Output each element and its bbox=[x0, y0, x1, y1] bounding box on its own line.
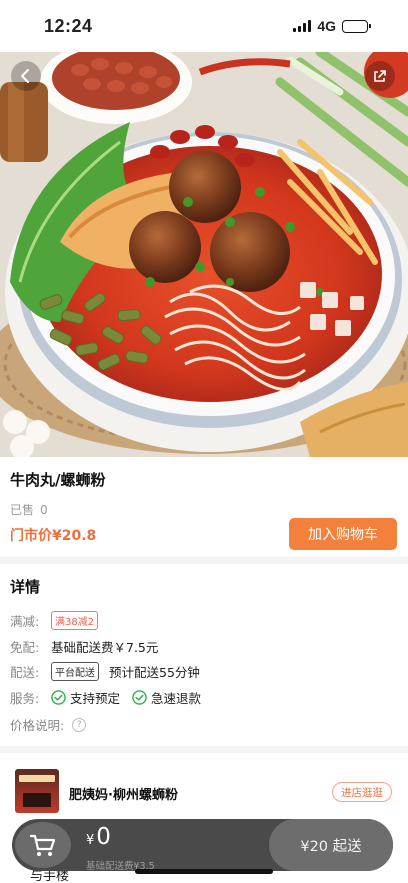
service-label: 服务: bbox=[10, 691, 40, 706]
promo-tag: 满38减2 bbox=[51, 611, 99, 630]
check-circle-icon bbox=[132, 690, 147, 705]
price-note-row: 价格说明: ? bbox=[10, 715, 87, 734]
product-name: 牛肉丸/螺蛳粉 bbox=[10, 471, 106, 489]
product-detail-page: 12:24 4G 牛肉丸/螺蛳粉 已售 0 门市价¥20.8 加入购物车 详情 … bbox=[0, 0, 408, 883]
details-title: 详情 bbox=[10, 578, 41, 596]
status-bar: 12:24 4G bbox=[0, 0, 408, 52]
cart-icon bbox=[29, 834, 56, 856]
sold-count: 已售 0 bbox=[10, 501, 48, 518]
home-indicator bbox=[135, 869, 273, 874]
sold-value: 0 bbox=[40, 503, 48, 517]
product-info: 牛肉丸/螺蛳粉 已售 0 门市价¥20.8 加入购物车 bbox=[0, 457, 408, 557]
product-image bbox=[0, 52, 408, 457]
delivery-fee-value: 基础配送费￥7.5元 bbox=[51, 640, 159, 655]
promo-label: 满减: bbox=[10, 614, 40, 629]
chevron-left-icon bbox=[21, 69, 29, 83]
cart-button[interactable] bbox=[15, 822, 71, 868]
delivery-tag: 平台配送 bbox=[51, 662, 99, 681]
service-item: 急速退款 bbox=[132, 688, 201, 707]
delivery-time: 预计配送55分钟 bbox=[109, 665, 200, 680]
network-type: 4G bbox=[317, 18, 336, 34]
signal-icon bbox=[293, 20, 312, 32]
delivery-row: 配送: 平台配送 预计配送55分钟 bbox=[10, 662, 200, 681]
promo-row: 满减: 满38减2 bbox=[10, 611, 99, 630]
visit-store-button[interactable]: 进店逛逛 bbox=[332, 782, 392, 802]
product-price: 门市价¥20.8 bbox=[10, 528, 97, 544]
cart-currency: ¥ bbox=[86, 833, 95, 848]
details-section: 详情 满减: 满38减2 免配: 基础配送费￥7.5元 配送: 平台配送 预计配… bbox=[0, 564, 408, 746]
food-illustration bbox=[0, 52, 408, 457]
service-item-label: 急速退款 bbox=[151, 691, 202, 706]
delivery-label: 配送: bbox=[10, 665, 40, 680]
share-button[interactable] bbox=[365, 61, 395, 91]
cart-amount-value: 0 bbox=[96, 824, 111, 850]
sold-label: 已售 bbox=[10, 503, 35, 517]
status-indicators: 4G bbox=[293, 18, 371, 34]
back-button[interactable] bbox=[11, 61, 41, 91]
battery-icon bbox=[342, 19, 371, 33]
delivery-fee-row: 免配: 基础配送费￥7.5元 bbox=[10, 637, 158, 656]
service-row: 服务: 支持预定 急速退款 bbox=[10, 688, 213, 707]
share-icon bbox=[374, 70, 386, 82]
question-icon[interactable]: ? bbox=[72, 717, 87, 732]
check-circle-icon bbox=[51, 690, 66, 705]
price-note-label: 价格说明: bbox=[10, 718, 65, 733]
delivery-fee-label: 免配: bbox=[10, 640, 40, 655]
store-name[interactable]: 肥姨妈·柳州螺蛳粉 bbox=[69, 784, 178, 803]
cart-total: ¥ 0 bbox=[86, 824, 111, 850]
store-logo[interactable] bbox=[15, 769, 59, 813]
add-to-cart-button[interactable]: 加入购物车 bbox=[289, 518, 397, 550]
min-order-button[interactable]: ¥20 起送 bbox=[269, 819, 393, 871]
status-time: 12:24 bbox=[44, 15, 93, 36]
service-item-label: 支持预定 bbox=[70, 691, 121, 706]
service-item: 支持预定 bbox=[51, 688, 120, 707]
